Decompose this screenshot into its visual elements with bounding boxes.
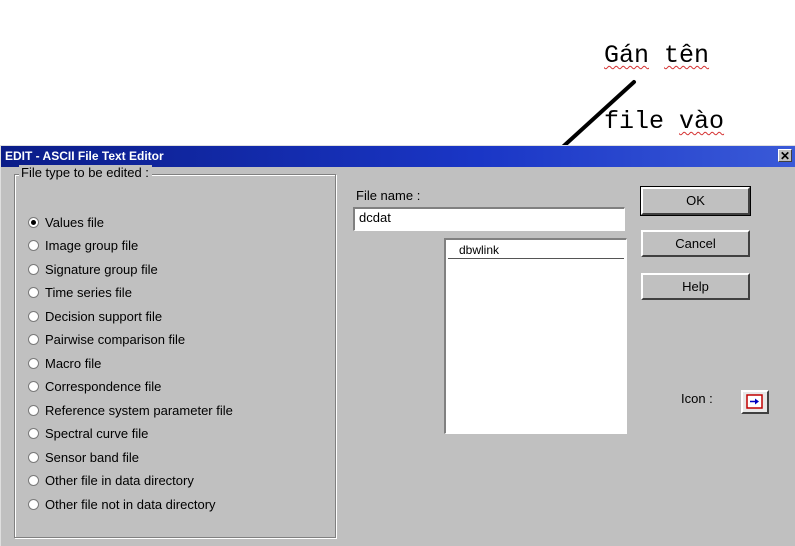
file-type-option[interactable]: Sensor band file [28,447,139,467]
file-type-label: Other file not in data directory [45,496,216,512]
file-type-option[interactable]: Other file in data directory [28,471,194,491]
ok-button[interactable]: OK [640,186,751,216]
file-type-label: Correspondence file [45,379,162,394]
radio-unselected-icon[interactable] [28,428,39,439]
annotation-word-vao: vào [679,107,725,136]
radio-unselected-icon[interactable] [28,498,39,510]
radio-unselected-icon[interactable] [28,451,39,463]
file-type-label: Other file in data directory [45,473,194,488]
file-type-option[interactable]: Values file [28,212,104,232]
file-name-input[interactable]: dcdat [353,207,625,231]
file-type-option[interactable]: Correspondence file [28,377,161,397]
file-list-item[interactable]: dbwlink [448,242,624,259]
annotation-word-ten: tên [664,41,710,70]
file-list-box[interactable]: dbwlink [444,238,627,434]
radio-unselected-icon[interactable] [28,240,39,251]
file-type-option[interactable]: Other file not in data directory [28,494,216,514]
edit-dialog: EDIT - ASCII File Text Editor ✕ File typ… [0,145,795,546]
file-type-group-label: File type to be edited : [19,165,152,180]
file-type-label: Pairwise comparison file [45,332,186,347]
radio-unselected-icon[interactable] [28,475,39,486]
radio-unselected-icon[interactable] [28,381,39,392]
icon-picker[interactable] [741,390,769,414]
annotation-word-file: file [604,107,665,136]
radio-unselected-icon[interactable] [28,404,39,416]
icon-label: Icon : [681,391,713,406]
dialog-title: EDIT - ASCII File Text Editor [5,149,164,163]
cancel-button[interactable]: Cancel [641,230,750,257]
radio-unselected-icon[interactable] [28,357,39,369]
file-type-label: Macro file [45,355,102,371]
file-type-option[interactable]: Macro file [28,353,101,373]
file-type-label: Sensor band file [45,449,139,465]
file-type-label: Decision support file [45,308,163,324]
file-type-option[interactable]: Signature group file [28,259,158,279]
file-type-label: Signature group file [45,261,158,277]
annotation-word-gan: Gán [604,41,650,70]
file-type-option[interactable]: Reference system parameter file [28,400,233,420]
file-type-label: Spectral curve file [45,426,149,441]
dialog-titlebar[interactable]: EDIT - ASCII File Text Editor ✕ [1,146,795,167]
file-name-value: dcdat [359,210,391,225]
radio-unselected-icon[interactable] [28,334,39,345]
radio-unselected-icon[interactable] [28,287,39,298]
file-macro-icon [746,394,763,409]
file-type-option[interactable]: Pairwise comparison file [28,330,185,350]
radio-unselected-icon[interactable] [28,263,39,275]
close-button[interactable]: ✕ [778,149,792,162]
file-type-label: Values file [45,214,105,230]
file-type-label: Time series file [45,285,132,300]
radio-unselected-icon[interactable] [28,310,39,322]
file-type-option[interactable]: Time series file [28,283,132,303]
radio-selected-icon[interactable] [28,216,39,228]
file-type-label: Reference system parameter file [45,402,233,418]
file-type-option[interactable]: Spectral curve file [28,424,148,444]
file-type-option[interactable]: Decision support file [28,306,162,326]
file-type-label: Image group file [45,238,139,253]
close-icon: ✕ [779,149,791,163]
file-type-option[interactable]: Image group file [28,236,138,256]
help-button[interactable]: Help [641,273,750,300]
file-name-label: File name : [356,188,421,203]
